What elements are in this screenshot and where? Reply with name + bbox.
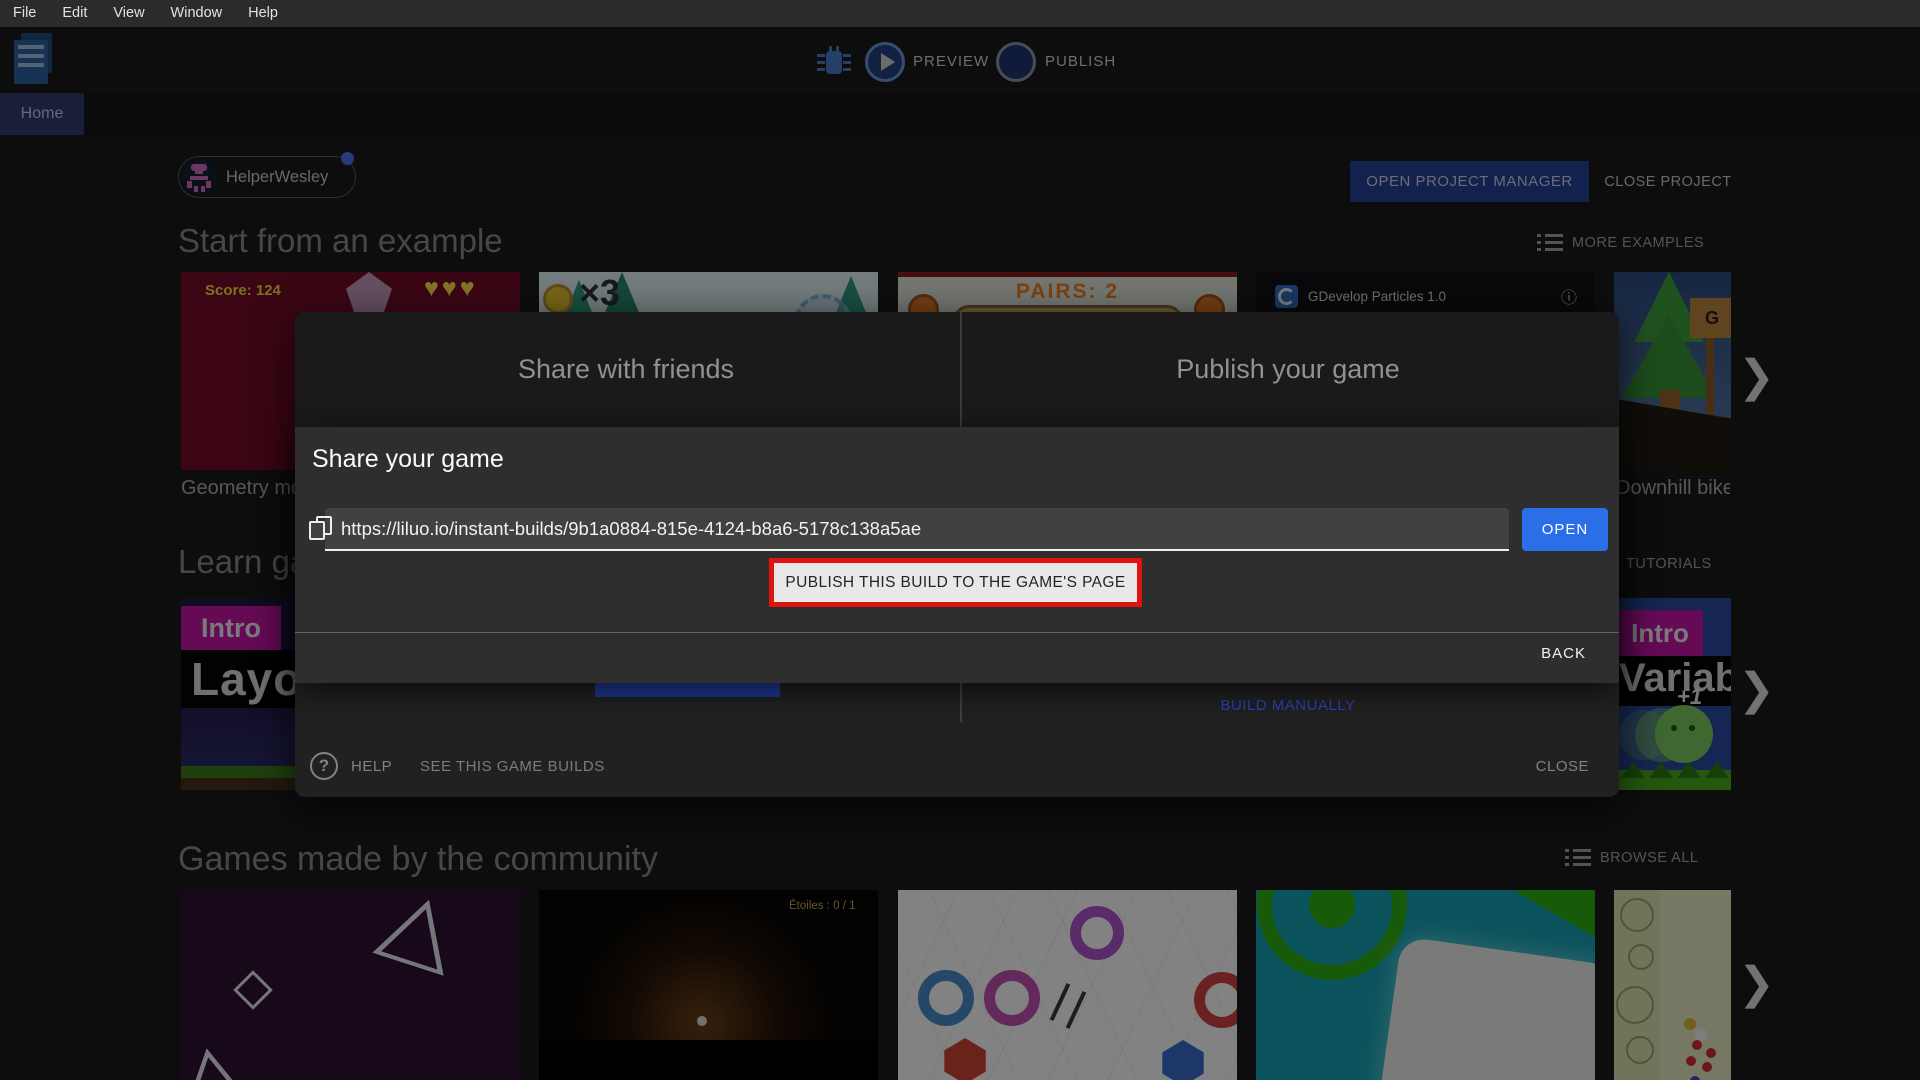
- menu-item-view[interactable]: View: [100, 0, 157, 27]
- actions-divider: [295, 632, 1619, 633]
- menu-item-help[interactable]: Help: [235, 0, 291, 27]
- app-window: PREVIEW PUBLISH Home HelperWesley OPEN P…: [0, 0, 1920, 1080]
- back-button[interactable]: BACK: [1541, 645, 1586, 662]
- panel-title: Share your game: [312, 445, 504, 473]
- publish-build-button[interactable]: PUBLISH THIS BUILD TO THE GAME'S PAGE: [774, 563, 1137, 602]
- menu-item-edit[interactable]: Edit: [49, 0, 100, 27]
- menu-item-file[interactable]: File: [0, 0, 49, 27]
- highlight-box: PUBLISH THIS BUILD TO THE GAME'S PAGE: [769, 558, 1142, 607]
- build-url-field[interactable]: https://liluo.io/instant-builds/9b1a0884…: [309, 508, 1509, 551]
- share-your-game-panel: Share your game https://liluo.io/instant…: [295, 427, 1619, 683]
- build-url-value: https://liluo.io/instant-builds/9b1a0884…: [341, 518, 922, 539]
- open-url-button[interactable]: OPEN: [1522, 508, 1608, 551]
- menubar: File Edit View Window Help: [0, 0, 1920, 27]
- menu-item-window[interactable]: Window: [158, 0, 236, 27]
- copy-icon[interactable]: [309, 516, 332, 540]
